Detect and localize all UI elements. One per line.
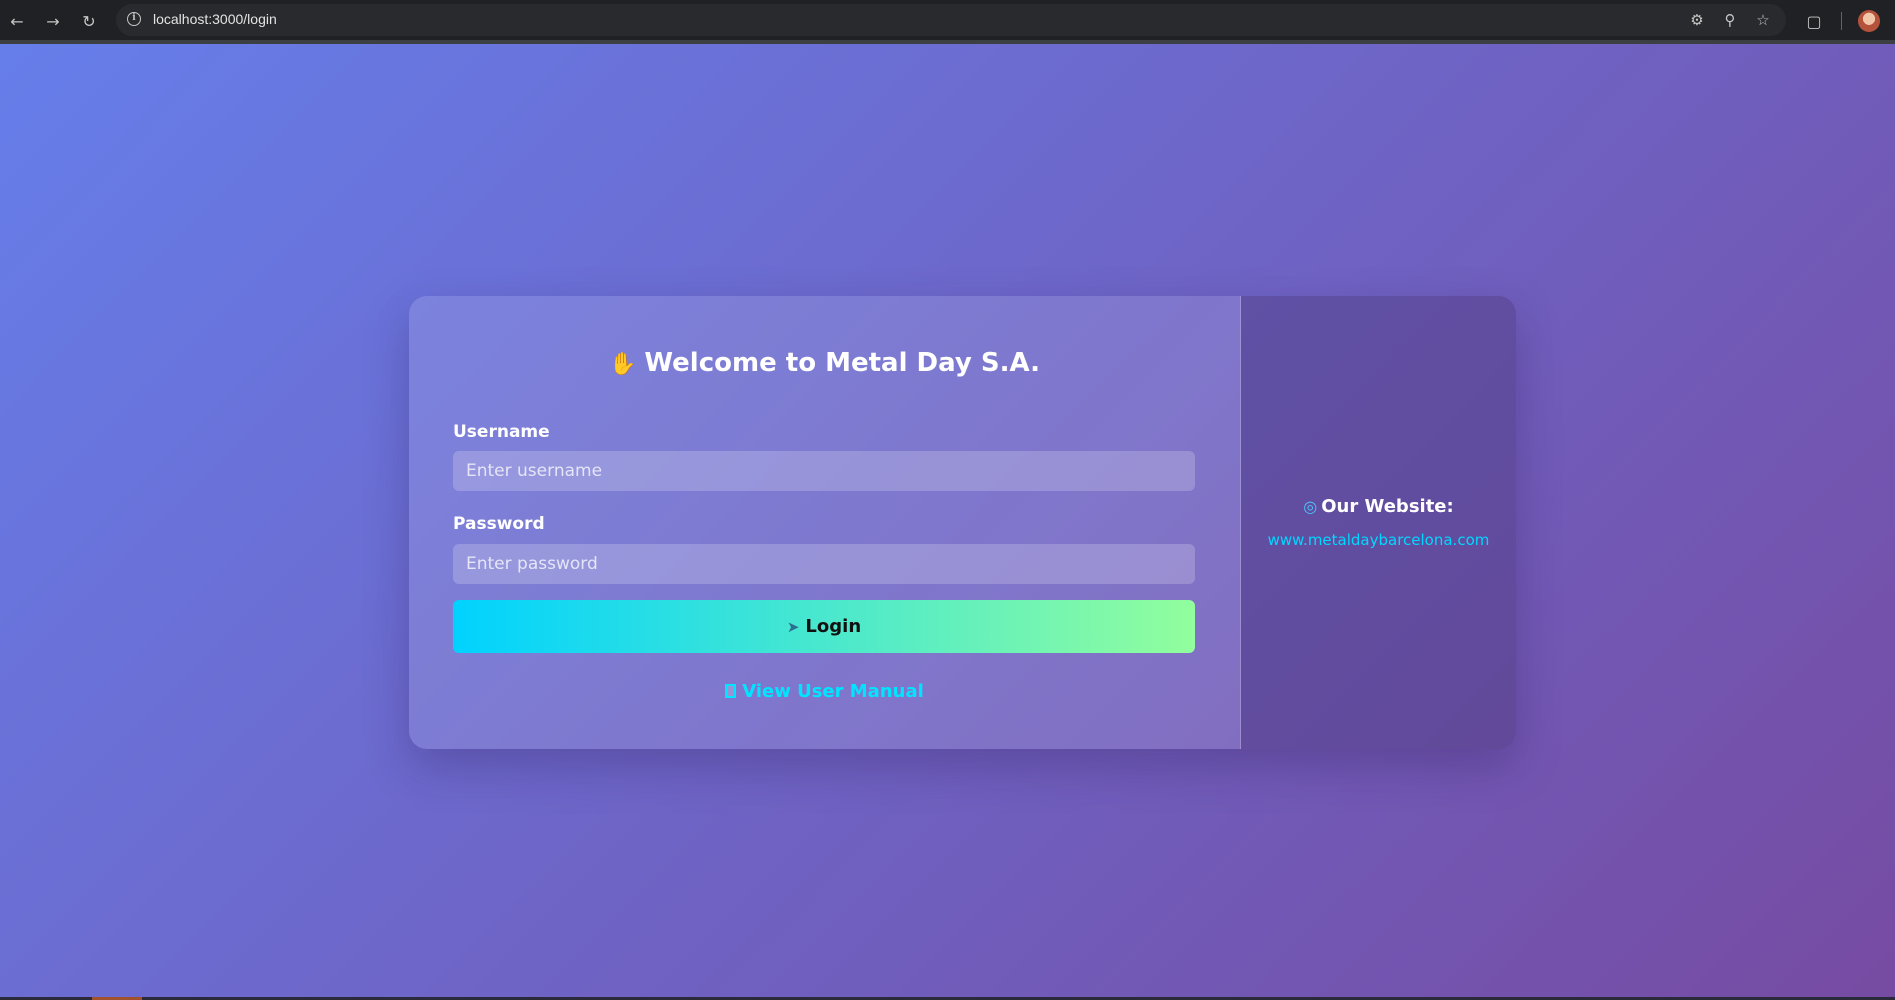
user-manual-link[interactable]: View User Manual <box>409 681 1240 702</box>
puzzle-icon[interactable]: ▢ <box>1801 8 1827 34</box>
password-label: Password <box>453 514 545 534</box>
browser-toolbar: ← → ↻ i localhost:3000/login ⚙ ⚲ ☆ ▢ <box>0 0 1895 44</box>
website-heading-text: Our Website: <box>1321 496 1454 517</box>
rocket-icon: ➤ <box>786 617 800 636</box>
toolbar-divider <box>1841 12 1842 30</box>
website-panel: ◎ Our Website: www.metaldaybarcelona.com <box>1241 296 1516 749</box>
arrow-right-icon: → <box>46 11 60 31</box>
book-icon <box>725 684 737 698</box>
profile-avatar[interactable] <box>1858 10 1880 32</box>
zoom-icon[interactable]: ⚲ <box>1719 9 1741 31</box>
back-button[interactable]: ← <box>4 8 30 34</box>
user-manual-label: View User Manual <box>742 681 924 702</box>
login-page: ✋ Welcome to Metal Day S.A. Username Pass… <box>0 44 1895 1000</box>
globe-icon: ◎ <box>1303 497 1318 516</box>
waving-hand-icon: ✋ <box>609 352 637 377</box>
website-heading: ◎ Our Website: <box>1241 496 1516 517</box>
forward-button[interactable]: → <box>40 8 66 34</box>
reload-icon: ↻ <box>82 11 96 31</box>
info-icon[interactable]: i <box>127 12 141 26</box>
login-button[interactable]: ➤ Login <box>453 600 1195 653</box>
login-card: ✋ Welcome to Metal Day S.A. Username Pass… <box>409 296 1516 749</box>
username-label: Username <box>453 422 550 442</box>
login-button-label: Login <box>805 616 862 637</box>
page-title: ✋ Welcome to Metal Day S.A. <box>409 348 1240 378</box>
password-input[interactable] <box>453 544 1195 584</box>
star-icon[interactable]: ☆ <box>1752 9 1774 31</box>
address-url[interactable]: localhost:3000/login <box>153 11 277 27</box>
title-text: Welcome to Metal Day S.A. <box>644 348 1040 378</box>
website-link[interactable]: www.metaldaybarcelona.com <box>1241 531 1516 549</box>
reload-button[interactable]: ↻ <box>76 8 102 34</box>
key-icon[interactable]: ⚙ <box>1686 9 1708 31</box>
username-input[interactable] <box>453 451 1195 491</box>
arrow-left-icon: ← <box>10 11 24 31</box>
login-panel: ✋ Welcome to Metal Day S.A. Username Pass… <box>409 296 1241 749</box>
address-bar[interactable]: i localhost:3000/login ⚙ ⚲ ☆ <box>116 4 1786 36</box>
